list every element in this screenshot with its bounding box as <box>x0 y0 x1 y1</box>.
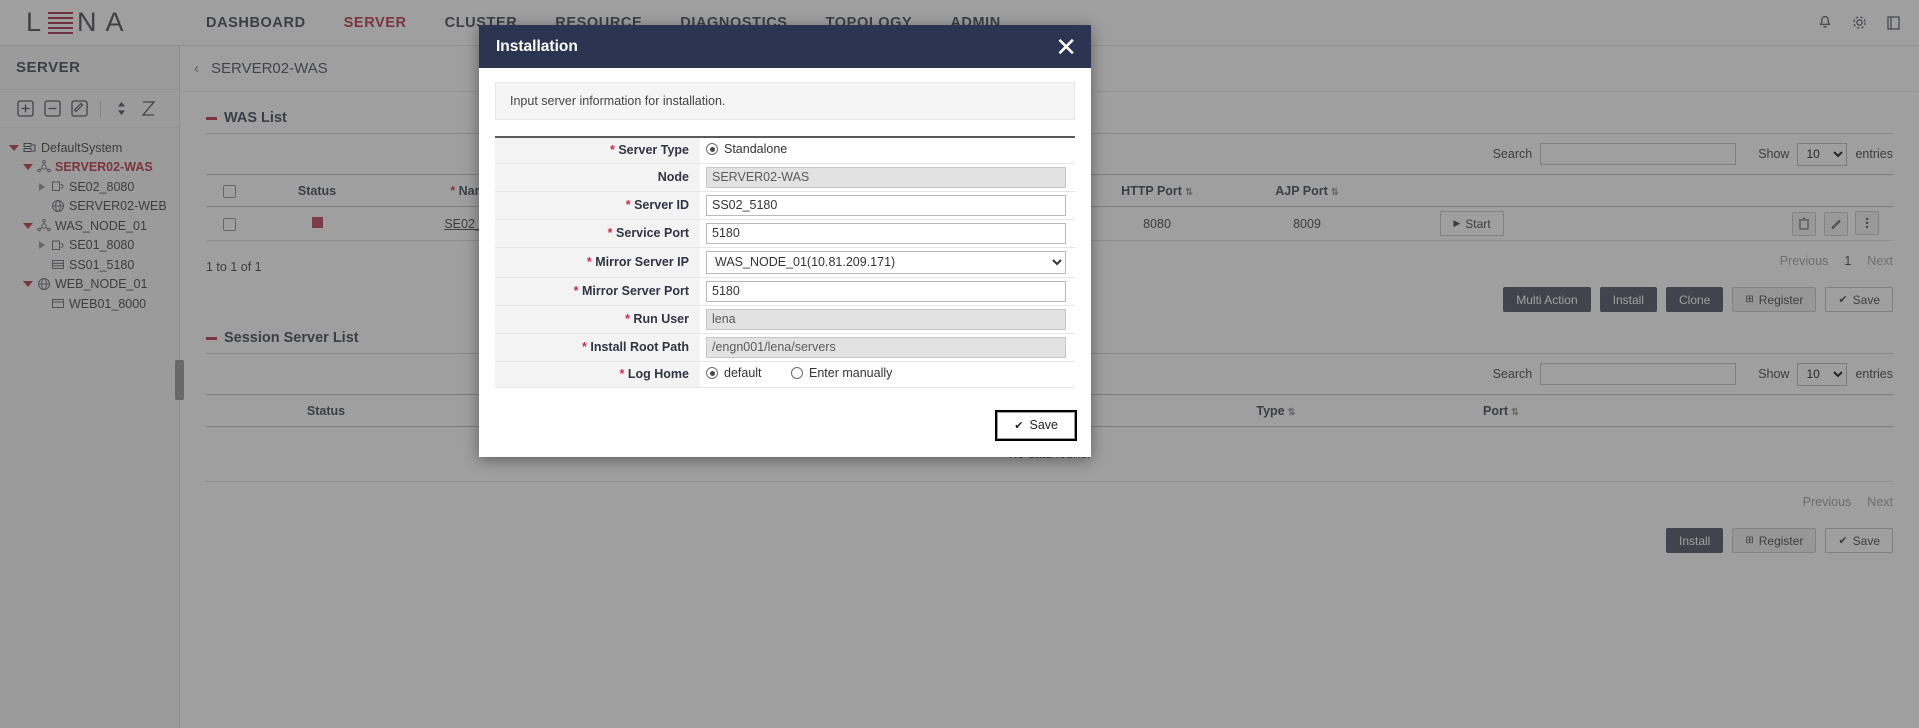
modal-header: Installation ✕ <box>479 25 1091 68</box>
form-row-install-root-path: * Install Root Path <box>495 333 1075 361</box>
close-icon[interactable]: ✕ <box>1055 34 1077 60</box>
installation-modal: Installation ✕ Input server information … <box>479 25 1091 457</box>
node-field <box>706 167 1066 188</box>
label-install-root-path: * Install Root Path <box>495 333 700 361</box>
label-server-id: * Server ID <box>495 191 700 219</box>
label-server-type: * Server Type <box>495 137 700 163</box>
modal-notice: Input server information for installatio… <box>495 82 1075 120</box>
radio-standalone[interactable]: Standalone <box>706 142 787 156</box>
radio-log-home-manual[interactable]: Enter manually <box>791 366 892 380</box>
radio-log-home-default[interactable]: default <box>706 366 762 380</box>
label-run-user: * Run User <box>495 305 700 333</box>
modal-save-button[interactable]: ✔ Save <box>997 412 1075 439</box>
radio-on-icon <box>706 367 718 379</box>
value-server-id <box>700 191 1075 219</box>
mirror-server-port-field[interactable] <box>706 281 1066 302</box>
form-row-server-type: * Server Type Standalone <box>495 137 1075 163</box>
form-row-server-id: * Server ID <box>495 191 1075 219</box>
value-run-user <box>700 305 1075 333</box>
label-mirror-server-ip: * Mirror Server IP <box>495 247 700 277</box>
form-row-service-port: * Service Port <box>495 219 1075 247</box>
value-install-root-path <box>700 333 1075 361</box>
value-service-port <box>700 219 1075 247</box>
service-port-field[interactable] <box>706 223 1066 244</box>
label-mirror-server-port: * Mirror Server Port <box>495 277 700 305</box>
app-root: L N A DASHBOARD SERVER CLUSTER RESOURCE … <box>0 0 1919 728</box>
install-root-path-field <box>706 337 1066 358</box>
label-node: Node <box>495 163 700 191</box>
label-service-port: * Service Port <box>495 219 700 247</box>
installation-form: * Server Type Standalone Node * <box>495 136 1075 388</box>
value-server-type: Standalone <box>700 137 1075 163</box>
form-row-node: Node <box>495 163 1075 191</box>
radio-on-icon <box>706 143 718 155</box>
value-log-home: default Enter manually <box>700 361 1075 387</box>
form-row-mirror-server-port: * Mirror Server Port <box>495 277 1075 305</box>
check-icon: ✔ <box>1014 419 1023 432</box>
run-user-field <box>706 309 1066 330</box>
label-log-home: * Log Home <box>495 361 700 387</box>
value-mirror-server-port <box>700 277 1075 305</box>
server-id-field[interactable] <box>706 195 1066 216</box>
mirror-server-ip-select[interactable]: WAS_NODE_01(10.81.209.171) <box>706 251 1066 274</box>
form-row-log-home: * Log Home default Enter manually <box>495 361 1075 387</box>
modal-title: Installation <box>496 38 578 56</box>
modal-body: Input server information for installatio… <box>479 68 1091 398</box>
form-row-run-user: * Run User <box>495 305 1075 333</box>
radio-off-icon <box>791 367 803 379</box>
value-node <box>700 163 1075 191</box>
modal-footer: ✔ Save <box>479 398 1091 457</box>
value-mirror-server-ip: WAS_NODE_01(10.81.209.171) <box>700 247 1075 277</box>
form-row-mirror-server-ip: * Mirror Server IP WAS_NODE_01(10.81.209… <box>495 247 1075 277</box>
